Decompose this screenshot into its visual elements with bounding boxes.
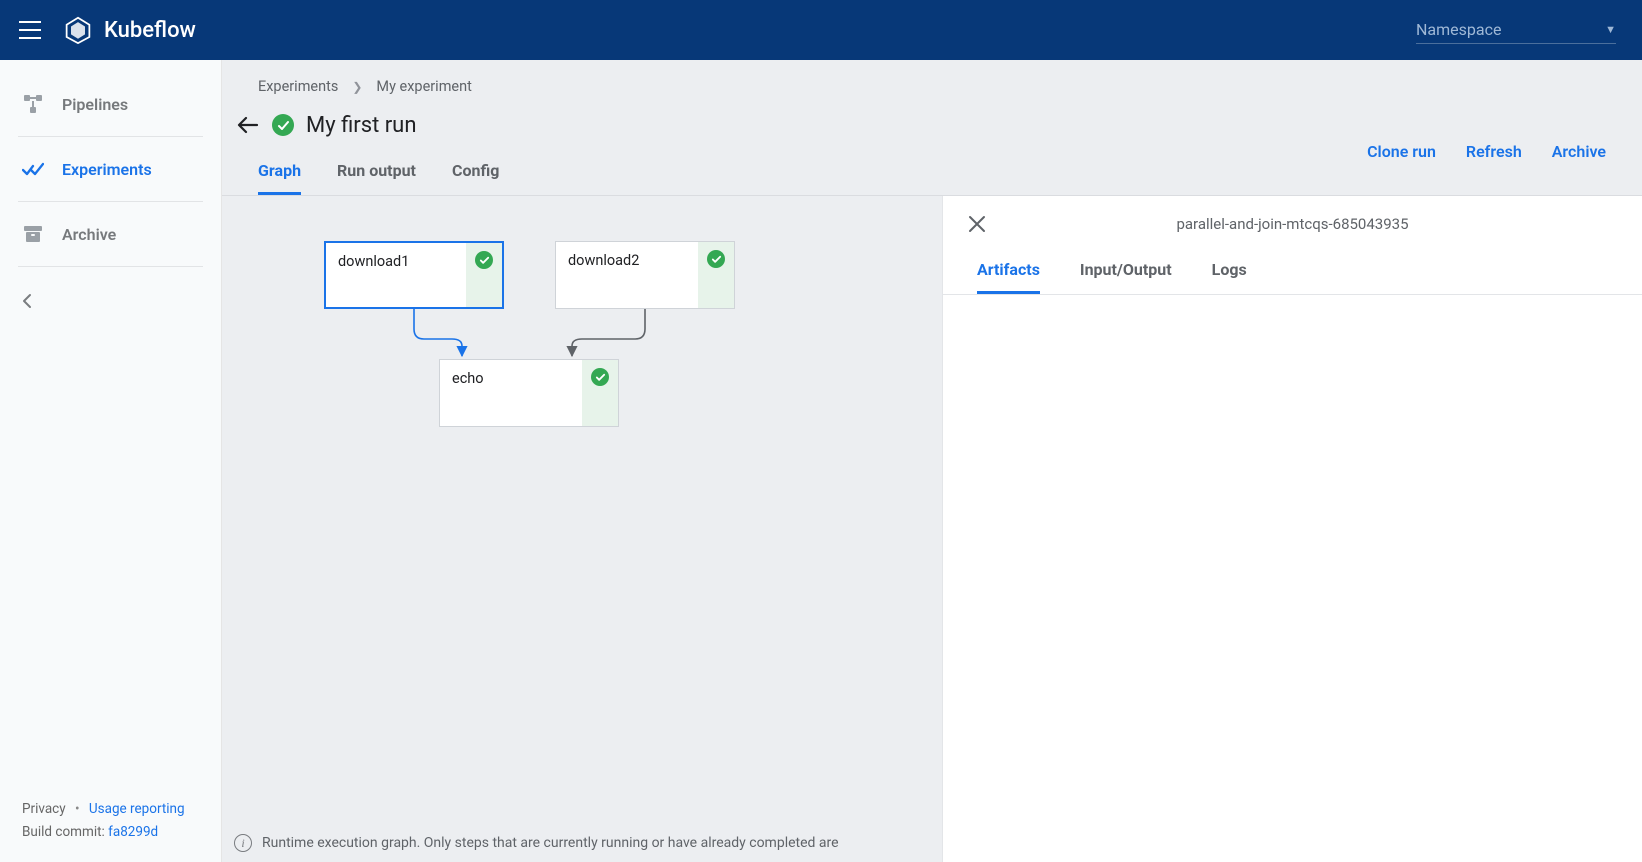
- details-tab-input-output[interactable]: Input/Output: [1080, 260, 1172, 294]
- usage-reporting-link[interactable]: Usage reporting: [89, 801, 185, 817]
- chevron-down-icon: ▼: [1605, 23, 1616, 36]
- sidebar-collapse-button[interactable]: [0, 281, 221, 321]
- namespace-select[interactable]: Namespace ▼: [1416, 16, 1616, 44]
- chevron-right-icon: ❯: [352, 80, 362, 94]
- graph-canvas[interactable]: download1 download2 echo: [222, 196, 942, 862]
- page-title-row: My first run: [234, 111, 1606, 139]
- graph-node-label: download1: [326, 243, 466, 307]
- clone-run-button[interactable]: Clone run: [1367, 142, 1436, 161]
- sidebar-divider: [18, 201, 203, 202]
- graph-node-download2[interactable]: download2: [555, 241, 735, 309]
- check-circle-icon: [707, 250, 725, 268]
- page-actions: Clone run Refresh Archive: [1367, 142, 1606, 161]
- graph-node-echo[interactable]: echo: [439, 359, 619, 427]
- graph-node-status: [582, 360, 618, 426]
- graph-node-download1[interactable]: download1: [324, 241, 504, 309]
- build-commit-link[interactable]: fa8299d: [108, 824, 158, 840]
- breadcrumb-experiments[interactable]: Experiments: [258, 78, 338, 95]
- graph-info-text: Runtime execution graph. Only steps that…: [262, 835, 839, 851]
- details-body: [943, 295, 1642, 862]
- sidebar-item-experiments[interactable]: Experiments: [0, 145, 221, 193]
- check-circle-icon: [591, 368, 609, 386]
- sidebar-item-label: Pipelines: [62, 95, 128, 114]
- graph-node-status: [466, 243, 502, 307]
- details-tab-artifacts[interactable]: Artifacts: [977, 260, 1040, 294]
- sidebar-item-label: Archive: [62, 225, 116, 244]
- tab-graph[interactable]: Graph: [258, 161, 301, 195]
- tab-run-output[interactable]: Run output: [337, 161, 416, 195]
- breadcrumb: Experiments ❯ My experiment: [258, 78, 1606, 95]
- graph-info-bar: i Runtime execution graph. Only steps th…: [234, 834, 930, 852]
- details-node-name: parallel-and-join-mtcqs-685043935: [987, 215, 1598, 233]
- details-tabs: Artifacts Input/Output Logs: [943, 252, 1642, 295]
- graph-node-label: download2: [556, 242, 698, 308]
- main-content: Experiments ❯ My experiment My first run…: [222, 60, 1642, 862]
- pipelines-icon: [22, 93, 44, 115]
- sidebar-divider: [18, 266, 203, 267]
- sidebar-footer: Privacy • Usage reporting Build commit: …: [0, 798, 221, 862]
- refresh-button[interactable]: Refresh: [1466, 142, 1522, 161]
- close-details-button[interactable]: [967, 214, 987, 234]
- namespace-label: Namespace: [1416, 20, 1501, 39]
- app-bar: Kubeflow Namespace ▼: [0, 0, 1642, 60]
- tab-config[interactable]: Config: [452, 161, 499, 195]
- build-label: Build commit:: [22, 824, 108, 840]
- sidebar: Pipelines Experiments Archive Privacy • …: [0, 60, 222, 862]
- sidebar-divider: [18, 136, 203, 137]
- experiments-icon: [22, 158, 44, 180]
- page-title: My first run: [306, 113, 416, 138]
- sidebar-item-label: Experiments: [62, 160, 152, 179]
- check-circle-icon: [475, 251, 493, 269]
- archive-button[interactable]: Archive: [1552, 142, 1606, 161]
- details-tab-logs[interactable]: Logs: [1212, 260, 1247, 294]
- privacy-link[interactable]: Privacy: [22, 801, 66, 817]
- sidebar-item-archive[interactable]: Archive: [0, 210, 221, 258]
- brand-name: Kubeflow: [104, 18, 196, 43]
- chevron-left-icon: [22, 293, 32, 309]
- breadcrumb-current[interactable]: My experiment: [376, 78, 471, 95]
- archive-icon: [22, 223, 44, 245]
- graph-node-label: echo: [440, 360, 582, 426]
- menu-icon[interactable]: [16, 16, 44, 44]
- node-details-panel: parallel-and-join-mtcqs-685043935 Artifa…: [942, 196, 1642, 862]
- back-button[interactable]: [234, 111, 262, 139]
- run-status-success-icon: [272, 114, 294, 136]
- graph-node-status: [698, 242, 734, 308]
- brand-logo[interactable]: Kubeflow: [64, 16, 196, 44]
- arrow-left-icon: [237, 114, 259, 136]
- info-icon: i: [234, 834, 252, 852]
- close-icon: [967, 214, 987, 234]
- sidebar-item-pipelines[interactable]: Pipelines: [0, 80, 221, 128]
